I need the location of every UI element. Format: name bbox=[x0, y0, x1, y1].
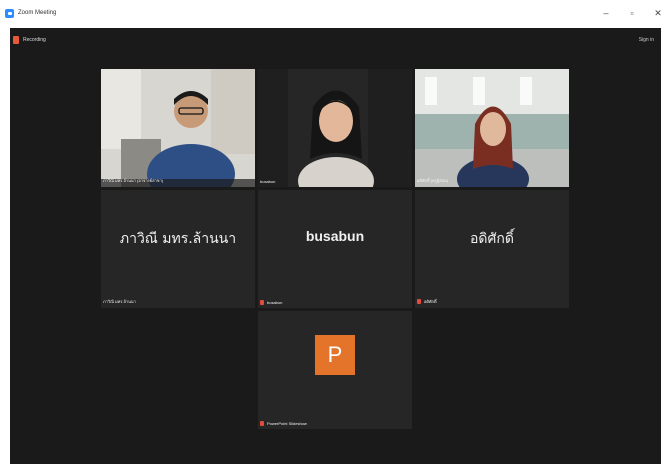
muted-mic-icon bbox=[260, 421, 264, 426]
participant-display-name: อดิศักดิ์ bbox=[470, 231, 514, 247]
zoom-logo-icon bbox=[5, 8, 14, 18]
meeting-top-strip: Recording Sign in bbox=[10, 28, 661, 52]
participant-tile-video-2-active-speaker[interactable]: busabun bbox=[258, 69, 412, 187]
participant-nameplate: busabun bbox=[260, 179, 275, 184]
participant-tile-4[interactable]: ภาวิณี มทร.ล้านนา ภาวิณี มทร.ล้านนา bbox=[101, 190, 255, 308]
maximize-button[interactable]: ▫ bbox=[626, 0, 638, 26]
participant-avatar: P bbox=[315, 335, 355, 375]
participant-nameplate: อดิศักดิ์ (ครูผู้สอน) bbox=[417, 177, 448, 184]
participant-nameplate: ภาวิณี มทร.ล้านนา (อาจารย์สาขา) bbox=[103, 177, 163, 184]
participant-nameplate: PowerPoint Slideshow bbox=[260, 421, 307, 426]
meeting-area: Recording Sign in ภาวิณี มทร.ล้านนา (อาจ… bbox=[10, 28, 661, 464]
muted-mic-icon bbox=[260, 300, 264, 305]
sign-in-link[interactable]: Sign in bbox=[639, 37, 654, 43]
close-button[interactable]: ✕ bbox=[652, 0, 664, 26]
zoom-window: Zoom Meeting – ▫ ✕ Recording Sign in ภาว… bbox=[0, 0, 670, 464]
participant-tile-6[interactable]: อดิศักดิ์ อดิศักดิ์ bbox=[415, 190, 569, 308]
participant-nameplate: busabun bbox=[260, 300, 282, 305]
window-controls: – ▫ ✕ bbox=[600, 0, 664, 26]
participant-display-name: busabun bbox=[305, 228, 365, 244]
participant-tile-7[interactable]: P PowerPoint Slideshow bbox=[258, 311, 412, 429]
participant-video-1 bbox=[101, 69, 255, 187]
participant-name: อดิศักดิ์ (ครูผู้สอน) bbox=[417, 178, 449, 183]
participant-video-2 bbox=[258, 69, 412, 187]
participant-tile-video-3[interactable]: อดิศักดิ์ (ครูผู้สอน) bbox=[415, 69, 569, 187]
participant-nameplate: อดิศักดิ์ bbox=[417, 298, 437, 305]
participant-name: ภาวิณี มทร.ล้านนา bbox=[103, 299, 136, 304]
recording-label: Recording bbox=[23, 37, 46, 43]
avatar-letter: P bbox=[315, 335, 355, 375]
participant-tile-video-1[interactable]: ภาวิณี มทร.ล้านนา (อาจารย์สาขา) bbox=[101, 69, 255, 187]
participant-name: busabun bbox=[260, 179, 276, 184]
participant-name: ภาวิณี มทร.ล้านนา (อาจารย์สาขา) bbox=[103, 178, 164, 183]
recording-icon bbox=[13, 36, 19, 44]
participant-name: busabun bbox=[267, 300, 283, 305]
muted-mic-icon bbox=[417, 299, 421, 304]
participant-tile-5[interactable]: busabun busabun bbox=[258, 190, 412, 308]
participant-display-name: ภาวิณี มทร.ล้านนา bbox=[119, 231, 237, 247]
window-title: Zoom Meeting bbox=[18, 10, 57, 16]
participant-name: PowerPoint Slideshow bbox=[267, 421, 307, 426]
minimize-button[interactable]: – bbox=[600, 0, 612, 26]
recording-indicator[interactable]: Recording bbox=[13, 36, 46, 44]
title-bar: Zoom Meeting – ▫ ✕ bbox=[0, 0, 670, 26]
participant-video-3 bbox=[415, 69, 569, 187]
participant-name: อดิศักดิ์ bbox=[424, 299, 437, 304]
participant-nameplate: ภาวิณี มทร.ล้านนา bbox=[103, 298, 136, 305]
